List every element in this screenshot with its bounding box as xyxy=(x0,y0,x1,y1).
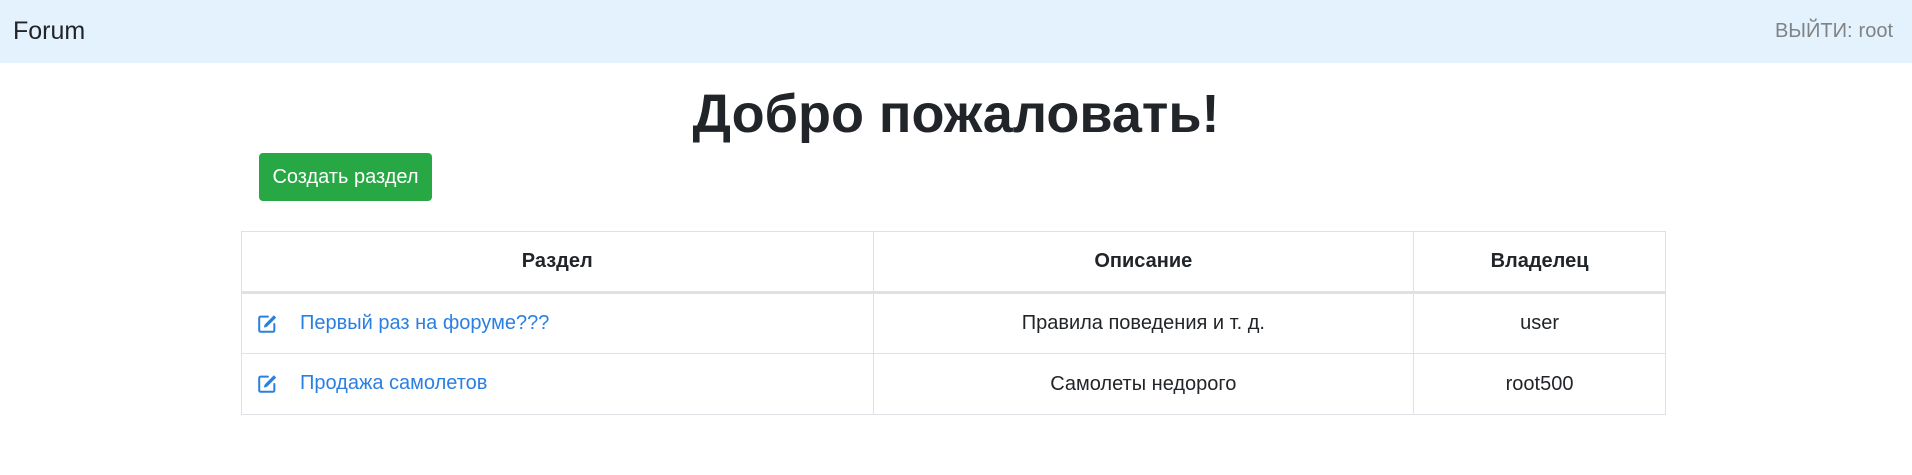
section-link[interactable]: Первый раз на форуме??? xyxy=(300,312,549,334)
brand-link[interactable]: Forum xyxy=(13,17,85,46)
owner-cell: root500 xyxy=(1413,353,1666,415)
logout-label: ВЫЙТИ: xyxy=(1774,20,1853,42)
column-header-owner: Владелец xyxy=(1413,231,1666,294)
edit-icon[interactable] xyxy=(256,313,278,335)
table-row: Первый раз на форуме??? Правила поведени… xyxy=(241,292,1666,354)
page-title: Добро пожаловать! xyxy=(692,84,1220,144)
section-cell: Продажа самолетов xyxy=(241,353,874,415)
column-header-description: Описание xyxy=(872,231,1415,294)
current-username: root xyxy=(1858,20,1893,42)
edit-icon[interactable] xyxy=(256,373,278,395)
table-header-row: Раздел Описание Владелец xyxy=(241,231,1666,294)
logout-link[interactable]: ВЫЙТИ: root xyxy=(1775,20,1893,43)
sections-table: Раздел Описание Владелец Первый раз на ф… xyxy=(241,231,1666,415)
section-cell: Первый раз на форуме??? xyxy=(241,292,874,354)
section-link[interactable]: Продажа самолетов xyxy=(300,373,487,395)
owner-cell: user xyxy=(1413,292,1666,354)
table-row: Продажа самолетов Самолеты недорого root… xyxy=(241,353,1666,415)
description-cell: Правила поведения и т. д. xyxy=(872,292,1415,354)
description-cell: Самолеты недорого xyxy=(872,353,1415,415)
top-navbar: Forum ВЫЙТИ: root xyxy=(0,0,1912,63)
create-section-button[interactable]: Создать раздел xyxy=(259,153,432,201)
column-header-section: Раздел xyxy=(241,231,874,294)
